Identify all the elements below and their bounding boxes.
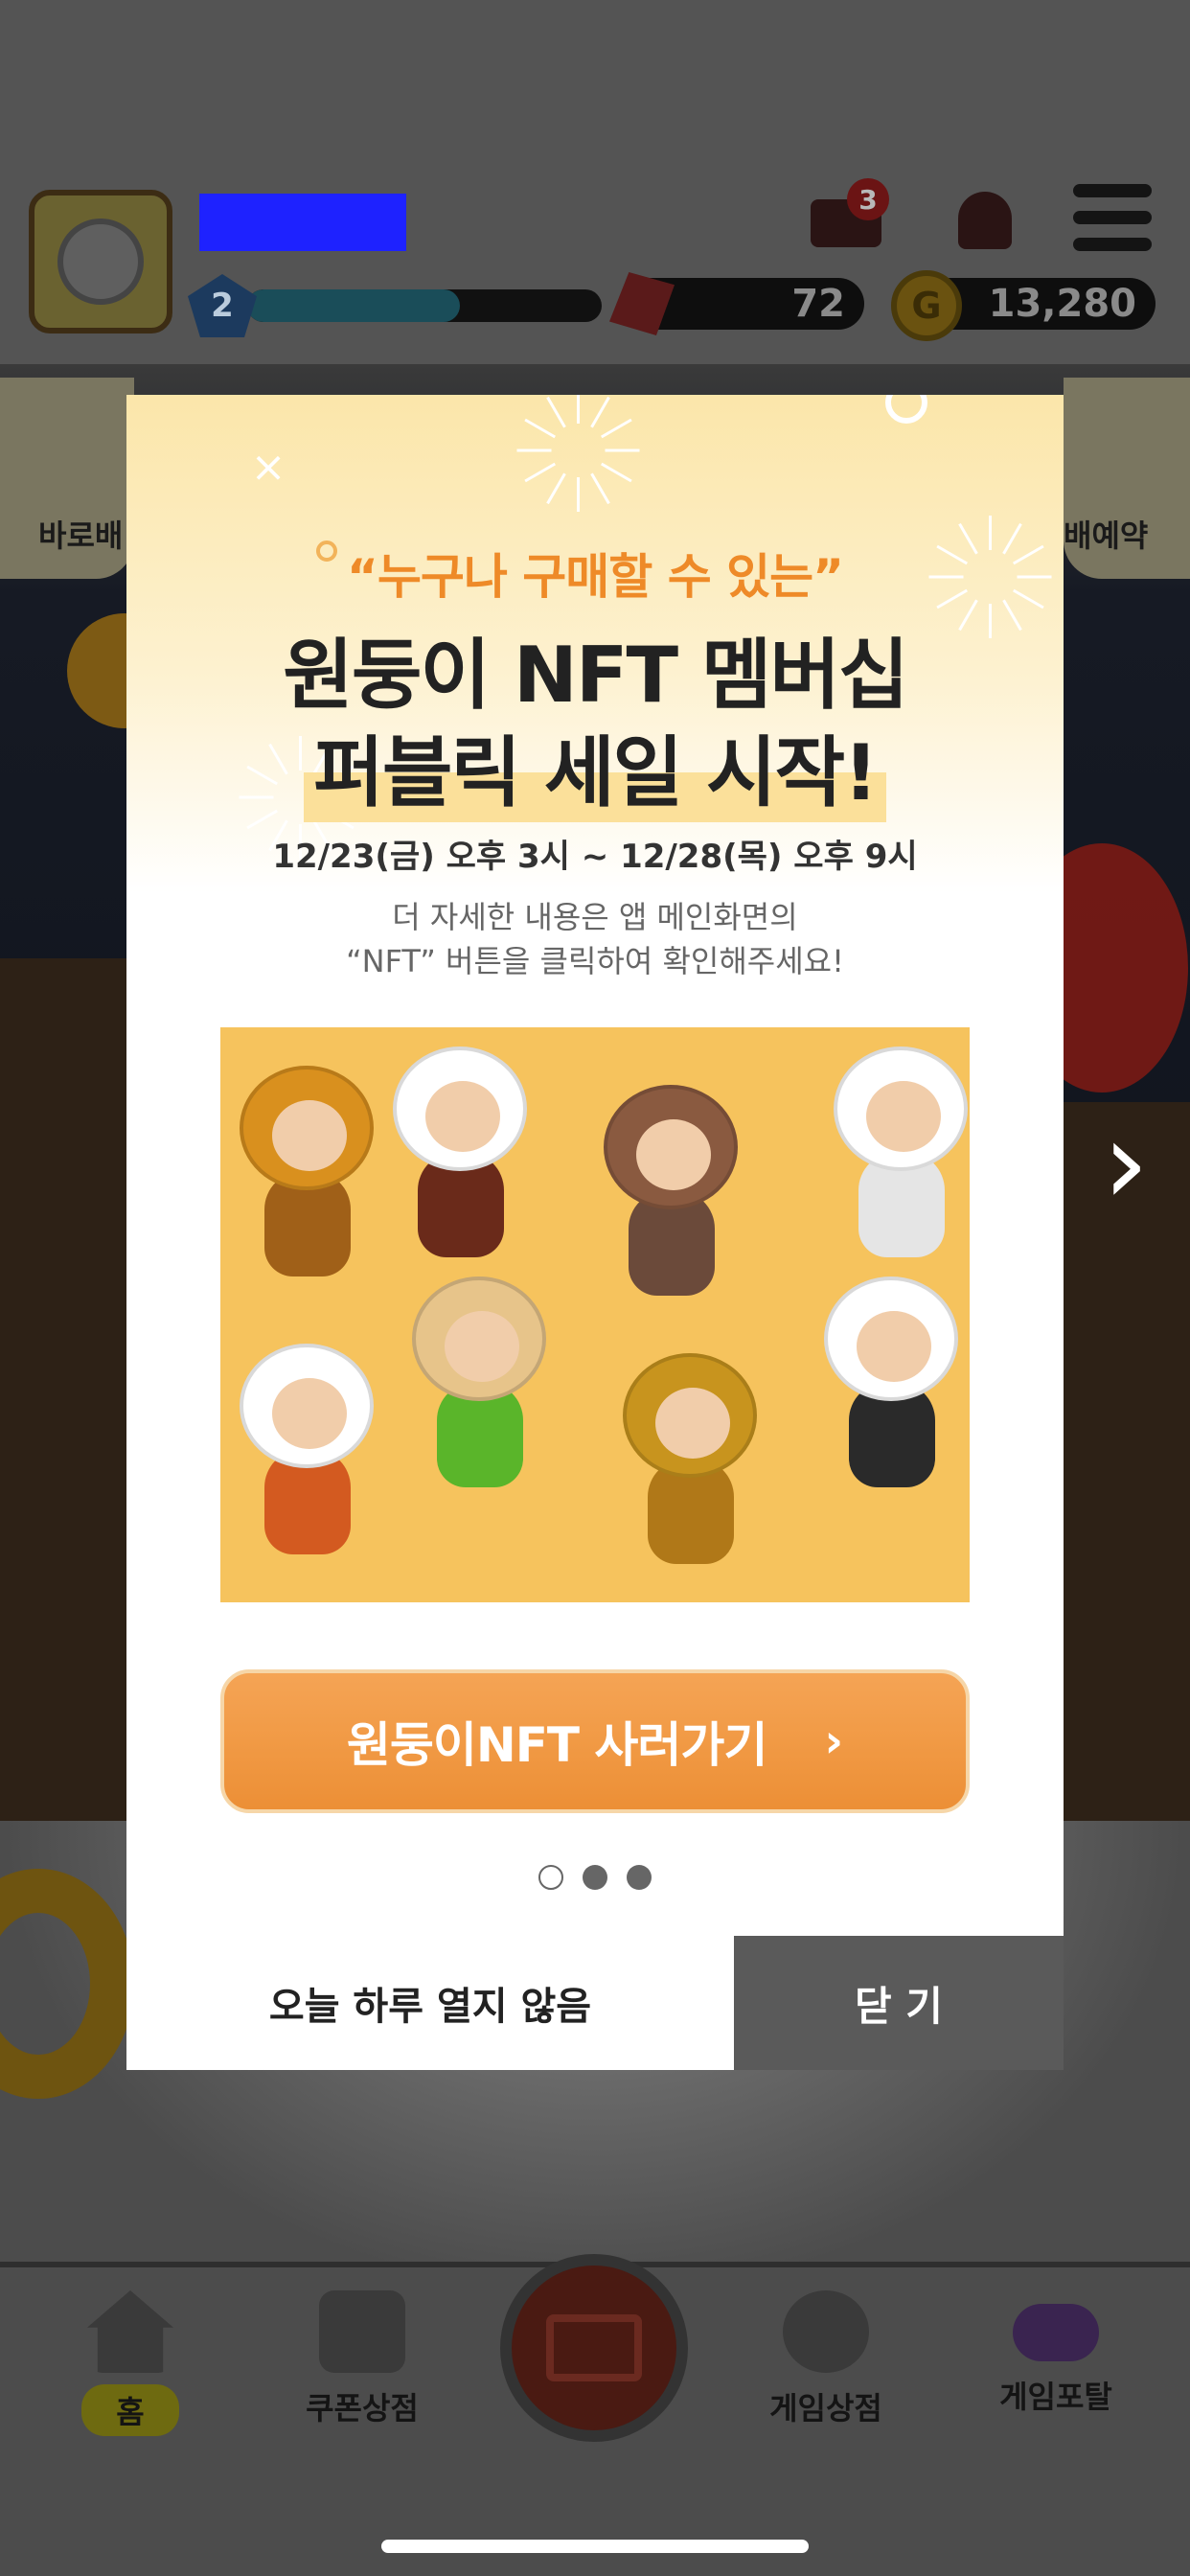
- pager-dot[interactable]: [583, 1865, 607, 1890]
- buy-nft-button-label: 원둥이NFT 사러가기: [346, 1717, 768, 1773]
- close-icon[interactable]: ×: [245, 445, 291, 491]
- sale-date-range: 12/23(금) 오후 3시 ~ 12/28(목) 오후 9시: [272, 838, 918, 876]
- buy-nft-button[interactable]: 원둥이NFT 사러가기 ›: [220, 1669, 970, 1813]
- nft-promo-modal: × “누구나 구매할 수 있는” 원둥이 NFT 멤버십 퍼블릭 세일 시작! …: [126, 395, 1064, 2070]
- promo-description-line2: “NFT” 버튼을 클릭하여 확인해주세요!: [346, 943, 844, 979]
- close-button[interactable]: 닫 기: [734, 1936, 1064, 2070]
- dont-show-today-button[interactable]: 오늘 하루 열지 않음: [126, 1936, 734, 2070]
- promo-title-line1: 원둥이 NFT 멤버십: [283, 631, 908, 720]
- next-banner-arrow[interactable]: ›: [1092, 1107, 1159, 1222]
- chevron-right-icon: ›: [824, 1714, 844, 1768]
- nft-characters-image: [220, 1027, 970, 1602]
- promo-title-line2-wrap: 퍼블릭 세일 시작!: [126, 711, 1064, 822]
- promo-description-line1: 더 자세한 내용은 앱 메인화면의: [392, 899, 798, 935]
- pager-dot[interactable]: [538, 1865, 563, 1890]
- pager-dots: [126, 1865, 1064, 1890]
- pager-dot[interactable]: [627, 1865, 652, 1890]
- promo-title-line2: 퍼블릭 세일 시작!: [304, 711, 886, 822]
- promo-subtitle: “누구나 구매할 수 있는”: [347, 549, 844, 605]
